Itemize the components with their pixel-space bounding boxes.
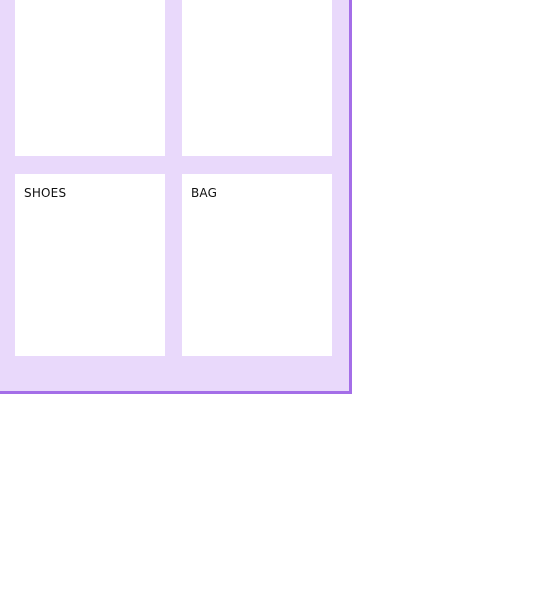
product-category-panel: SHOES BAG <box>0 0 352 394</box>
category-card-bag[interactable]: BAG <box>182 174 332 356</box>
category-card-label: BAG <box>191 186 218 200</box>
category-card-top-right[interactable] <box>182 0 332 156</box>
category-card-top-left[interactable] <box>15 0 165 156</box>
category-card-shoes[interactable]: SHOES <box>15 174 165 356</box>
category-card-label: SHOES <box>24 186 67 200</box>
page: SHOES BAG <box>0 0 542 605</box>
